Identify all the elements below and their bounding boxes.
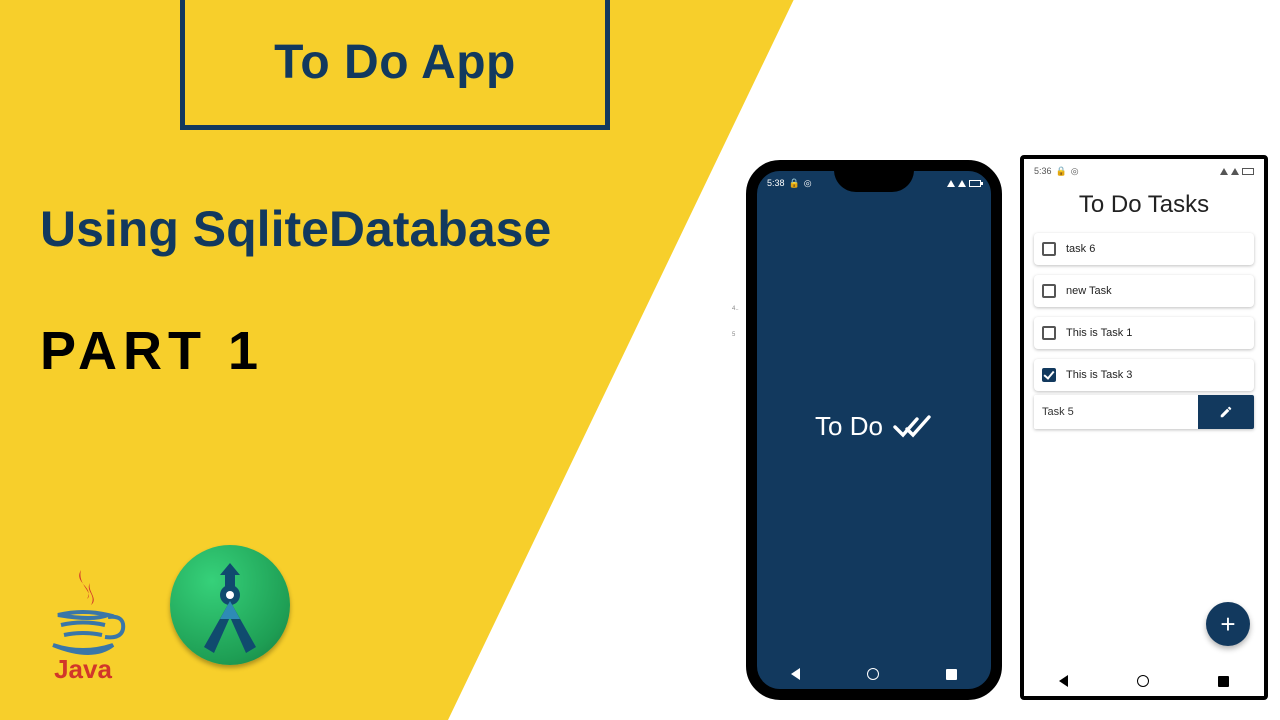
task-label: task 6 (1066, 243, 1095, 255)
battery-icon (969, 180, 981, 187)
pencil-icon (1219, 405, 1233, 419)
nav-home-icon[interactable] (1137, 675, 1149, 687)
checkbox-checked[interactable] (1042, 368, 1056, 382)
task-edit-row[interactable]: Task 5 (1034, 395, 1254, 429)
task-row[interactable]: task 6 (1034, 233, 1254, 265)
subtitle-text: Using SqliteDatabase (40, 200, 551, 258)
signal-icon-2 (958, 180, 966, 187)
phone-mockup-splash: 5:38 🔒 ◎ To Do (746, 160, 1002, 700)
android-studio-logo (170, 545, 300, 675)
edit-task-label: Task 5 (1034, 395, 1198, 429)
signal-icon (1220, 168, 1228, 175)
task-label: This is Task 1 (1066, 327, 1132, 339)
task-list: task 6 new Task This is Task 1 This is T… (1024, 227, 1264, 391)
background-page-fragment: 4..5 (732, 305, 744, 395)
page-title: To Do Tasks (1024, 181, 1264, 227)
task-label: new Task (1066, 285, 1112, 297)
lock-icon: 🔒 (1056, 166, 1067, 177)
status-bar: 5:36 🔒 ◎ (1024, 159, 1264, 181)
nav-recent-icon[interactable] (1218, 676, 1229, 687)
android-navbar (1024, 666, 1264, 696)
status-time: 5:38 (767, 178, 785, 188)
splash-text: To Do (815, 411, 883, 442)
phone-notch (834, 170, 914, 192)
java-logo: Java (28, 565, 138, 685)
title-frame: To Do App (180, 0, 610, 130)
fab-add-button[interactable]: + (1206, 602, 1250, 646)
checkbox[interactable] (1042, 242, 1056, 256)
plus-icon: + (1220, 609, 1235, 640)
nav-back-icon[interactable] (791, 668, 800, 680)
edit-button[interactable] (1198, 395, 1254, 429)
splash-title: To Do (815, 411, 933, 442)
task-row[interactable]: This is Task 3 (1034, 359, 1254, 391)
app-icon: ◎ (804, 178, 812, 189)
phone-mockup-tasklist: 5:36 🔒 ◎ To Do Tasks task 6 new Task Thi… (1020, 155, 1268, 700)
checkbox[interactable] (1042, 326, 1056, 340)
java-cup-icon (28, 565, 138, 660)
status-time: 5:36 (1034, 166, 1052, 176)
nav-back-icon[interactable] (1059, 675, 1068, 687)
part-label: PART 1 (40, 320, 264, 382)
task-row[interactable]: new Task (1034, 275, 1254, 307)
lock-icon: 🔒 (789, 178, 800, 189)
app-icon: ◎ (1071, 166, 1079, 177)
task-label: This is Task 3 (1066, 369, 1132, 381)
signal-icon-2 (1231, 168, 1239, 175)
battery-icon (1242, 168, 1254, 175)
android-navbar (757, 659, 991, 689)
task-row[interactable]: This is Task 1 (1034, 317, 1254, 349)
nav-recent-icon[interactable] (946, 669, 957, 680)
signal-icon (947, 180, 955, 187)
title-text: To Do App (274, 35, 516, 90)
checkbox[interactable] (1042, 284, 1056, 298)
double-check-icon (893, 413, 933, 439)
nav-home-icon[interactable] (867, 668, 879, 680)
